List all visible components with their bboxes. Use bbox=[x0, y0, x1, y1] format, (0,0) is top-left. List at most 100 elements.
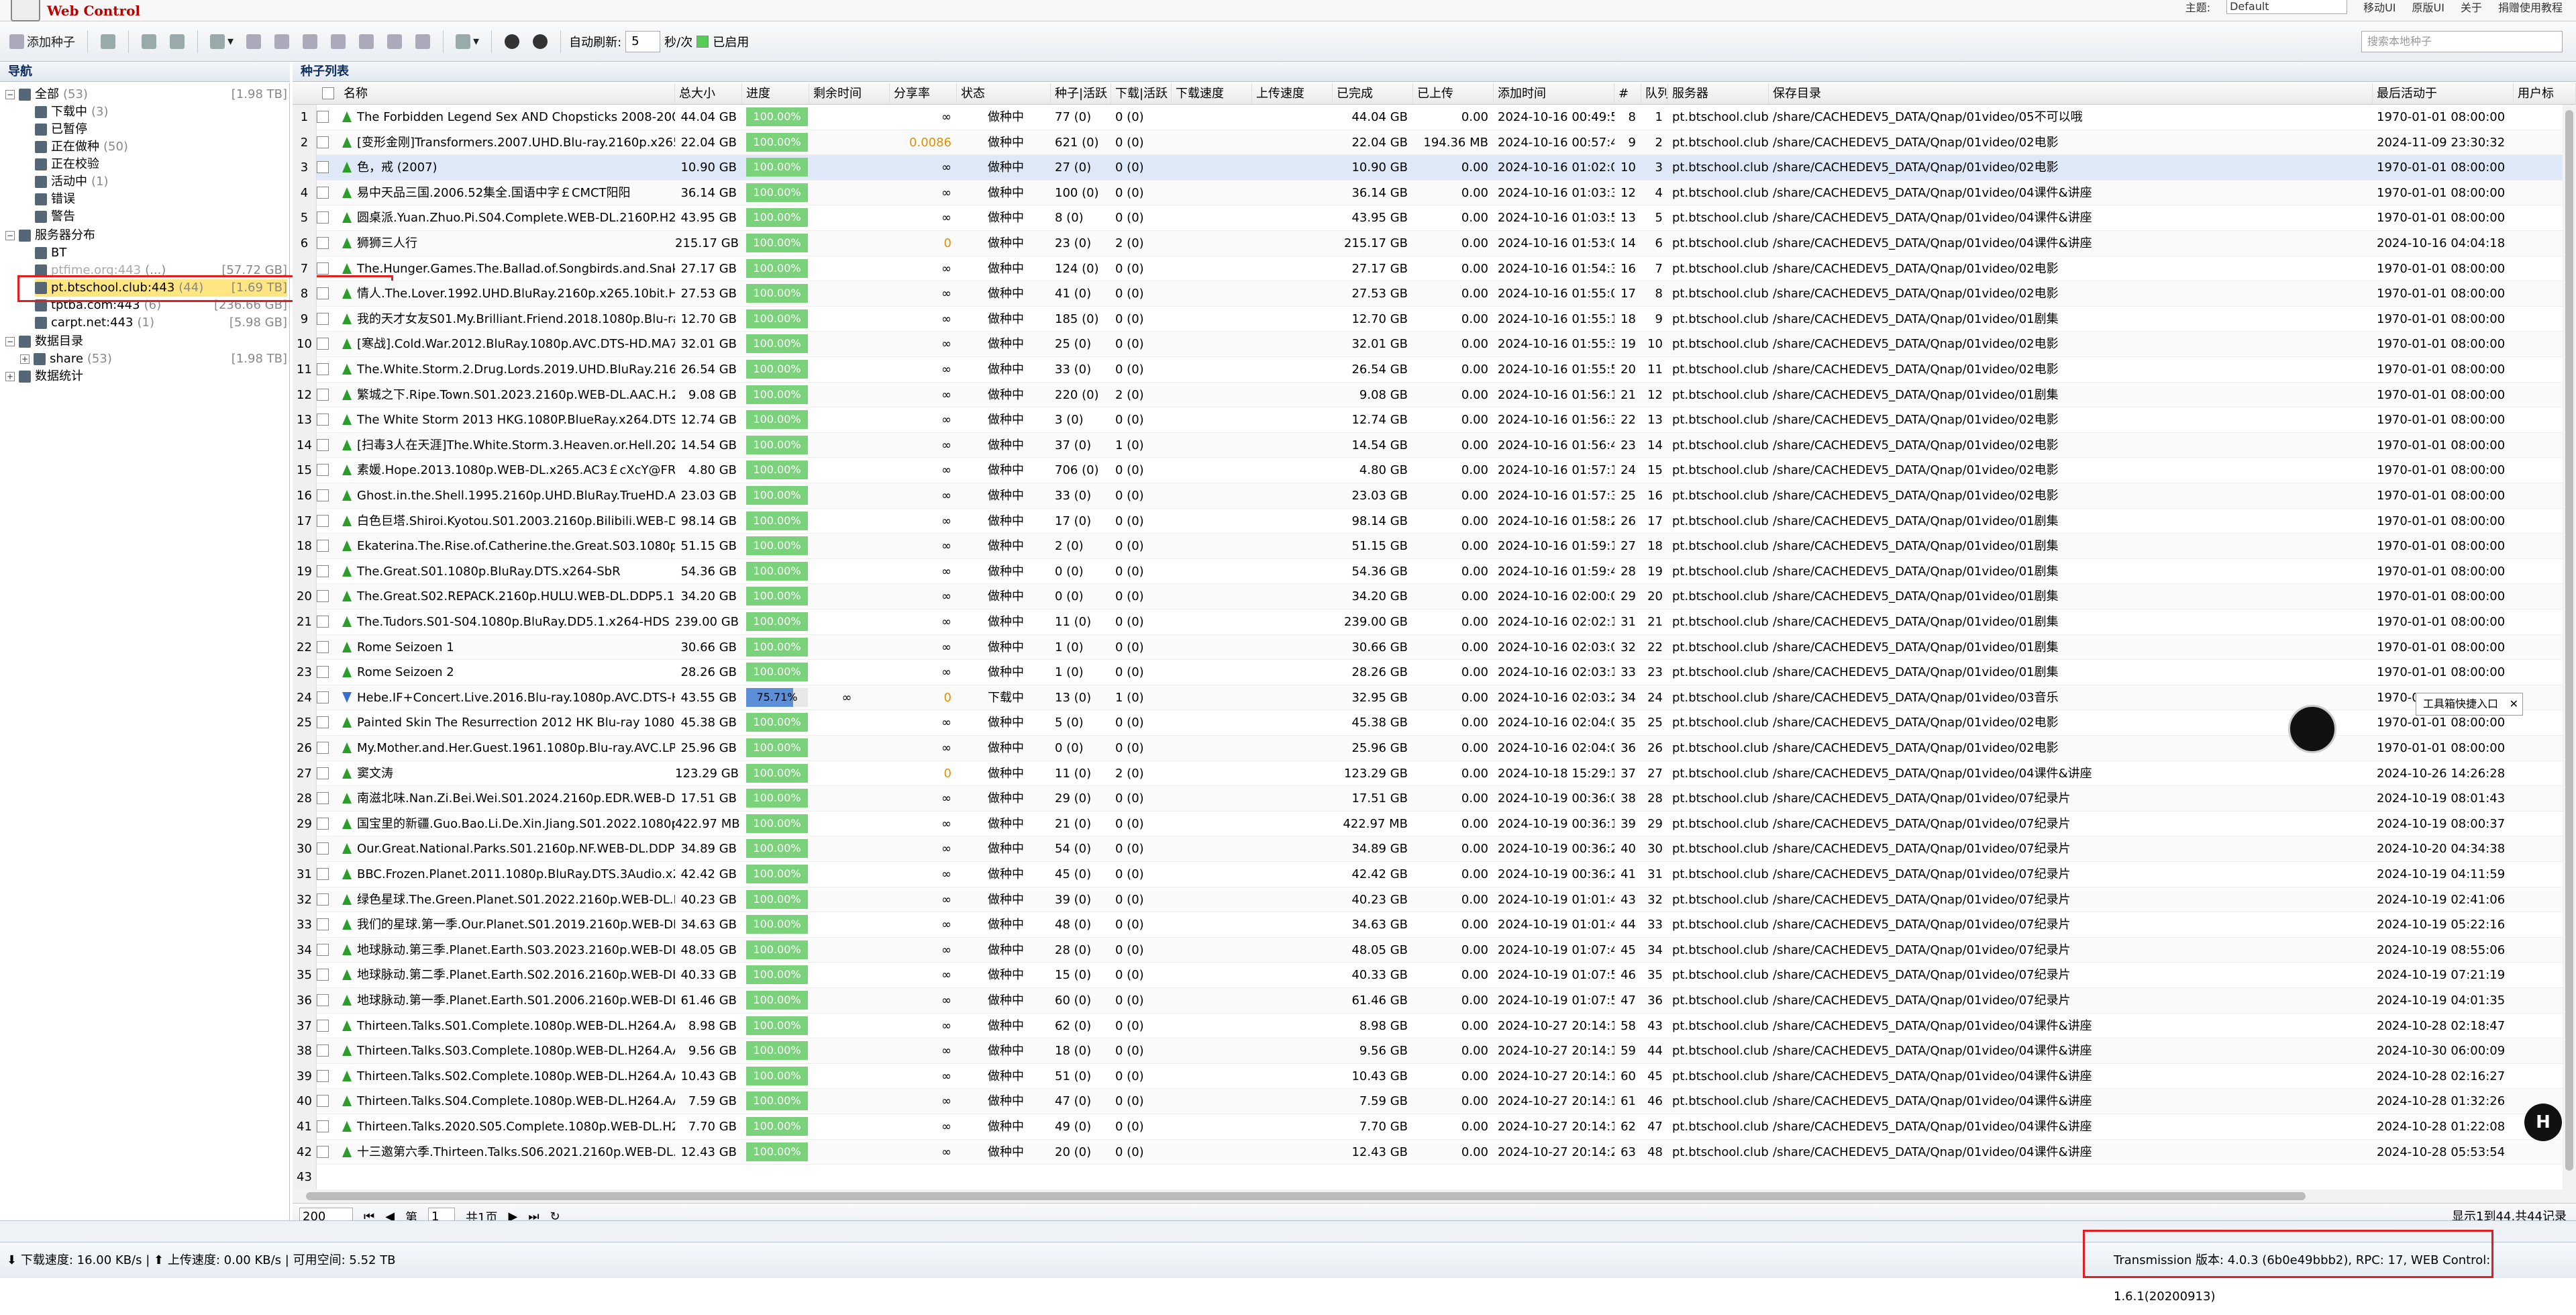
autorefresh-input[interactable]: 5 bbox=[625, 30, 661, 52]
table-row[interactable]: 31 BBC.Frozen.Planet.2011.1080p.BluRay.DT… bbox=[293, 862, 2576, 887]
row-checkbox[interactable] bbox=[317, 211, 329, 224]
table-row[interactable]: 41 Thirteen.Talks.2020.S05.Complete.1080p… bbox=[293, 1114, 2576, 1140]
table-row[interactable]: 15 素媛.Hope.2013.1080p.WEB-DL.x265.AC3￡cXc… bbox=[293, 458, 2576, 483]
table-row[interactable]: 18 Ekaterina.The.Rise.of.Catherine.the.Gr… bbox=[293, 534, 2576, 559]
table-row[interactable]: 30 Our.Great.National.Parks.S01.2160p.NF.… bbox=[293, 836, 2576, 862]
table-row[interactable]: 20 The.Great.S02.REPACK.2160p.HULU.WEB-DL… bbox=[293, 584, 2576, 610]
table-row[interactable]: 43 bbox=[293, 1165, 2576, 1190]
row-checkbox[interactable] bbox=[317, 590, 329, 603]
row-checkbox[interactable] bbox=[317, 262, 329, 275]
table-row[interactable]: 23 Rome Seizoen 2 28.26 GB 100.00% ∞ 做种中 1 (0)… bbox=[293, 660, 2576, 685]
row-checkbox[interactable] bbox=[317, 287, 329, 300]
row-checkbox[interactable] bbox=[317, 186, 329, 199]
nav-item-stats[interactable]: + 数据统计 bbox=[5, 368, 83, 385]
collapse-toggle[interactable]: − bbox=[5, 337, 15, 346]
column-header[interactable]: 服务器 bbox=[1668, 83, 1769, 105]
table-row[interactable]: 32 绿色星球.The.Green.Planet.S01.2022.2160p.W… bbox=[293, 887, 2576, 913]
nav-item-downloading[interactable]: 下载中 (3) bbox=[35, 103, 109, 121]
column-header[interactable]: 种子|活跃 bbox=[1051, 83, 1111, 105]
table-row[interactable]: 8 情人.The.Lover.1992.UHD.BluRay.2160p.x265… bbox=[293, 281, 2576, 307]
remove-button[interactable] bbox=[326, 30, 350, 54]
stop-all-button[interactable] bbox=[528, 30, 552, 54]
table-row[interactable]: 33 我们的星球.第一季.Our.Planet.S01.2019.2160p.WE… bbox=[293, 912, 2576, 938]
start-all-button[interactable] bbox=[500, 30, 524, 54]
row-checkbox[interactable] bbox=[317, 943, 329, 956]
row-checkbox[interactable] bbox=[317, 540, 329, 552]
row-checkbox[interactable] bbox=[317, 111, 329, 123]
table-row[interactable]: 27 窦文涛 123.29 GB 100.00% 0 做种中 11 (0) 2 (0) 123.… bbox=[293, 761, 2576, 787]
refresh-button[interactable] bbox=[137, 30, 161, 54]
column-header[interactable]: 最后活动于 bbox=[2373, 83, 2514, 105]
rename-button[interactable] bbox=[411, 30, 435, 54]
row-checkbox[interactable] bbox=[317, 918, 329, 931]
link-original-ui[interactable]: 原版UI bbox=[2412, 0, 2444, 15]
row-checkbox[interactable] bbox=[317, 161, 329, 174]
row-checkbox[interactable] bbox=[317, 489, 329, 501]
search-input[interactable]: 搜索本地种子 bbox=[2361, 31, 2563, 52]
column-header[interactable]: 总大小 bbox=[675, 83, 742, 105]
link-mobile-ui[interactable]: 移动UI bbox=[2363, 0, 2395, 15]
table-row[interactable]: 2 [变形金刚]Transformers.2007.UHD.Blu-ray.216… bbox=[293, 130, 2576, 156]
column-header[interactable]: 剩余时间 bbox=[809, 83, 890, 105]
link-about[interactable]: 关于 bbox=[2461, 0, 2482, 15]
table-row[interactable]: 26 My.Mother.and.Her.Guest.1961.1080p.Blu… bbox=[293, 736, 2576, 761]
column-header[interactable]: 名称 bbox=[340, 83, 675, 105]
recheck-button[interactable] bbox=[298, 30, 322, 54]
row-checkbox[interactable] bbox=[317, 514, 329, 527]
horizontal-scrollbar[interactable] bbox=[293, 1189, 2576, 1203]
row-checkbox[interactable] bbox=[317, 817, 329, 830]
rocket-button[interactable] bbox=[96, 30, 120, 54]
nav-item-dirs[interactable]: − 数据目录 bbox=[5, 333, 83, 350]
row-checkbox[interactable] bbox=[317, 640, 329, 653]
reannounce-button[interactable] bbox=[354, 30, 378, 54]
nav-item-seeding[interactable]: 正在做种 (50) bbox=[35, 138, 128, 156]
column-header[interactable]: 下载速度 bbox=[1172, 83, 1252, 105]
column-header[interactable]: 分享率 bbox=[890, 83, 957, 105]
scroll-thumb[interactable] bbox=[2565, 110, 2573, 1171]
table-row[interactable]: 25 Painted Skin The Resurrection 2012 HK … bbox=[293, 710, 2576, 736]
table-row[interactable]: 7 The.Hunger.Games.The.Ballad.of.Songbird… bbox=[293, 256, 2576, 282]
settings-button[interactable] bbox=[165, 30, 189, 54]
nav-item-active[interactable]: 活动中 (1) bbox=[35, 173, 109, 191]
table-row[interactable]: 34 地球脉动.第三季.Planet.Earth.S03.2023.2160p.W… bbox=[293, 937, 2576, 963]
row-checkbox[interactable] bbox=[317, 438, 329, 451]
table-row[interactable]: 9 我的天才女友S01.My.Brilliant.Friend.2018.1080… bbox=[293, 306, 2576, 332]
column-header[interactable]: 已完成 bbox=[1333, 83, 1413, 105]
avatar[interactable] bbox=[2288, 705, 2336, 753]
collapse-toggle[interactable]: − bbox=[5, 90, 15, 99]
row-checkbox[interactable] bbox=[317, 136, 329, 148]
column-header[interactable]: 添加时间 bbox=[1494, 83, 1614, 105]
column-header[interactable]: 用户标 bbox=[2514, 83, 2576, 105]
row-checkbox[interactable] bbox=[317, 464, 329, 477]
expand-toggle[interactable]: + bbox=[5, 372, 15, 381]
row-checkbox[interactable] bbox=[317, 1095, 329, 1108]
row-checkbox[interactable] bbox=[317, 893, 329, 906]
column-header[interactable]: 保存目录 bbox=[1769, 83, 2373, 105]
start-button[interactable] bbox=[242, 30, 266, 54]
nav-item-warning[interactable]: 警告 bbox=[35, 208, 75, 226]
table-row[interactable]: 5 圆桌派.Yuan.Zhuo.Pi.S04.Complete.WEB-DL.21… bbox=[293, 205, 2576, 231]
add-torrent-button[interactable]: 添加种子 bbox=[5, 30, 79, 54]
column-header[interactable]: 已上传 bbox=[1413, 83, 1494, 105]
move-button[interactable] bbox=[382, 30, 407, 54]
column-header[interactable]: 上传速度 bbox=[1252, 83, 1333, 105]
row-checkbox[interactable] bbox=[317, 842, 329, 855]
row-checkbox[interactable] bbox=[317, 1044, 329, 1057]
table-row[interactable]: 13 The White Storm 2013 HKG.1080P.BlueRay… bbox=[293, 407, 2576, 433]
row-checkbox[interactable] bbox=[317, 1120, 329, 1132]
table-row[interactable]: 39 Thirteen.Talks.S02.Complete.1080p.WEB-… bbox=[293, 1063, 2576, 1089]
nav-item-checking[interactable]: 正在校验 bbox=[35, 156, 99, 173]
row-checkbox[interactable] bbox=[317, 338, 329, 350]
table-row[interactable]: 12 繁城之下.Ripe.Town.S01.2023.2160p.WEB-DL.A… bbox=[293, 382, 2576, 408]
table-row[interactable]: 24 Hebe.IF+Concert.Live.2016.Blu-ray.1080… bbox=[293, 685, 2576, 711]
nav-item-error[interactable]: 错误 bbox=[35, 191, 75, 208]
table-row[interactable]: 42 十三邀第六季.Thirteen.Talks.S06.2021.2160p.W… bbox=[293, 1139, 2576, 1165]
row-checkbox[interactable] bbox=[317, 969, 329, 981]
table-row[interactable]: 4 易中天品三国.2006.52集全.国语中字￡CMCT阳阳 36.14 GB 100… bbox=[293, 180, 2576, 206]
table-row[interactable]: 36 地球脉动.第一季.Planet.Earth.S01.2006.2160p.W… bbox=[293, 988, 2576, 1014]
table-row[interactable]: 3 色，戒 (2007) 10.90 GB 100.00% ∞ 做种中 27 (0) 0 (0… bbox=[293, 155, 2576, 181]
row-checkbox[interactable] bbox=[317, 691, 329, 703]
row-checkbox[interactable] bbox=[317, 1019, 329, 1032]
table-row[interactable]: 22 Rome Seizoen 1 30.66 GB 100.00% ∞ 做种中 1 (0)… bbox=[293, 634, 2576, 661]
row-checkbox[interactable] bbox=[317, 666, 329, 679]
